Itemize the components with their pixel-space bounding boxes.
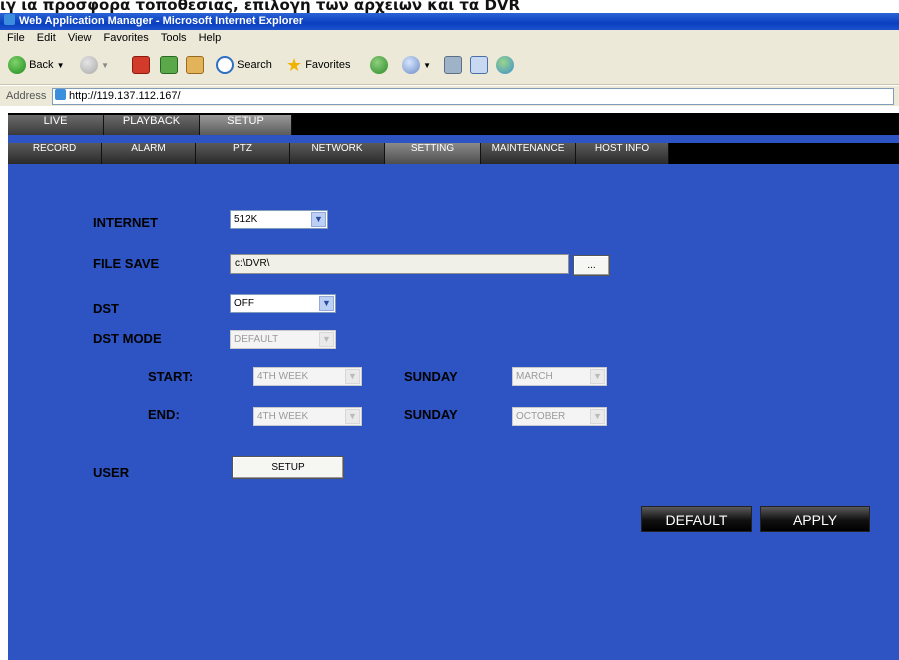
tab-alarm[interactable]: ALARM [102, 143, 196, 164]
tab-playback[interactable]: PLAYBACK [104, 115, 200, 135]
chevron-down-icon: ▼ [311, 212, 326, 227]
internet-select[interactable]: 512K ▼ [230, 210, 328, 229]
end-month-select[interactable]: OCTOBER ▼ [512, 407, 607, 426]
forward-button[interactable]: ▼ [80, 54, 109, 76]
window-titlebar: Web Application Manager - Microsoft Inte… [0, 13, 899, 30]
start-label: START: [148, 369, 194, 384]
chevron-down-icon: ▼ [590, 409, 605, 424]
dst-mode-select[interactable]: DEFAULT ▼ [230, 330, 336, 349]
history-icon [370, 56, 388, 75]
search-icon [216, 56, 234, 75]
stop-button[interactable] [132, 54, 150, 76]
messenger-icon [496, 56, 514, 75]
window-title: Web Application Manager - Microsoft Inte… [19, 15, 304, 27]
tab-setting[interactable]: SETTING [385, 143, 481, 164]
chevron-down-icon: ▼ [590, 369, 605, 384]
end-day-label: SUNDAY [404, 407, 458, 422]
menu-help[interactable]: Help [199, 32, 222, 44]
menu-bar: File Edit View Favorites Tools Help [0, 30, 899, 46]
stop-icon [132, 56, 150, 75]
messenger-button[interactable] [496, 54, 514, 76]
dvr-web-app: LIVE PLAYBACK SETUP RECORD ALARM PTZ NET… [8, 113, 899, 660]
browse-button[interactable]: ... [573, 255, 610, 276]
apply-button[interactable]: APPLY [760, 506, 870, 532]
back-arrow-icon [8, 56, 26, 75]
address-field[interactable]: http://119.137.112.167/ [52, 88, 894, 105]
address-bar: Address http://119.137.112.167/ [0, 86, 899, 106]
chevron-down-icon: ▼ [56, 61, 65, 70]
favorites-button[interactable]: ★ Favorites [286, 54, 350, 76]
dst-label: DST [93, 301, 119, 316]
refresh-icon [160, 56, 178, 75]
browser-toolbar: Back ▼ ▼ Search ★ Favorites ▼ [0, 46, 899, 85]
address-label: Address [6, 90, 47, 102]
internet-label: INTERNET [93, 215, 158, 230]
user-setup-button[interactable]: SETUP [232, 456, 344, 479]
tab-ptz[interactable]: PTZ [196, 143, 290, 164]
chevron-down-icon: ▼ [319, 296, 334, 311]
tab-network[interactable]: NETWORK [290, 143, 385, 164]
edit-button[interactable] [470, 54, 488, 76]
tab-host-info[interactable]: HOST INFO [576, 143, 669, 164]
search-button[interactable]: Search [216, 54, 272, 76]
main-tab-bar: LIVE PLAYBACK SETUP [8, 113, 899, 135]
menu-favorites[interactable]: Favorites [104, 32, 149, 44]
menu-edit[interactable]: Edit [37, 32, 56, 44]
user-label: USER [93, 465, 130, 480]
start-day-label: SUNDAY [404, 369, 458, 384]
tab-live[interactable]: LIVE [8, 115, 104, 135]
tab-maintenance[interactable]: MAINTENANCE [481, 143, 576, 164]
back-button[interactable]: Back ▼ [8, 54, 65, 76]
home-icon [186, 56, 204, 75]
dst-select[interactable]: OFF ▼ [230, 294, 336, 313]
chevron-down-icon: ▼ [319, 332, 334, 347]
edit-icon [470, 56, 488, 75]
sub-tab-bar: RECORD ALARM PTZ NETWORK SETTING MAINTEN… [8, 143, 899, 164]
print-icon [444, 56, 462, 75]
chevron-down-icon: ▼ [101, 61, 109, 70]
menu-view[interactable]: View [68, 32, 92, 44]
chevron-down-icon: ▼ [345, 409, 360, 424]
chevron-down-icon: ▼ [423, 61, 431, 70]
menu-file[interactable]: File [7, 32, 25, 44]
menu-tools[interactable]: Tools [161, 32, 187, 44]
end-label: END: [148, 407, 180, 422]
tab-setup[interactable]: SETUP [200, 115, 292, 135]
print-button[interactable] [444, 54, 462, 76]
dst-mode-label: DST MODE [93, 331, 162, 346]
start-month-select[interactable]: MARCH ▼ [512, 367, 607, 386]
history-button[interactable] [370, 54, 388, 76]
home-button[interactable] [186, 54, 204, 76]
chevron-down-icon: ▼ [345, 369, 360, 384]
end-week-select[interactable]: 4TH WEEK ▼ [253, 407, 362, 426]
refresh-button[interactable] [160, 54, 178, 76]
tab-record[interactable]: RECORD [8, 143, 102, 164]
forward-arrow-icon [80, 56, 98, 75]
star-icon: ★ [286, 55, 303, 76]
ie-logo-icon [4, 14, 15, 25]
mail-icon [402, 56, 420, 75]
caption-strip: ιγ ια προσφορα τοποθεσιας, επιλογη των α… [0, 0, 521, 14]
page-icon [55, 89, 66, 100]
start-week-select[interactable]: 4TH WEEK ▼ [253, 367, 362, 386]
file-save-label: FILE SAVE [93, 256, 160, 271]
file-save-path-field[interactable]: c:\DVR\ [230, 254, 569, 274]
default-button[interactable]: DEFAULT [641, 506, 752, 532]
mail-button[interactable]: ▼ [402, 54, 431, 76]
